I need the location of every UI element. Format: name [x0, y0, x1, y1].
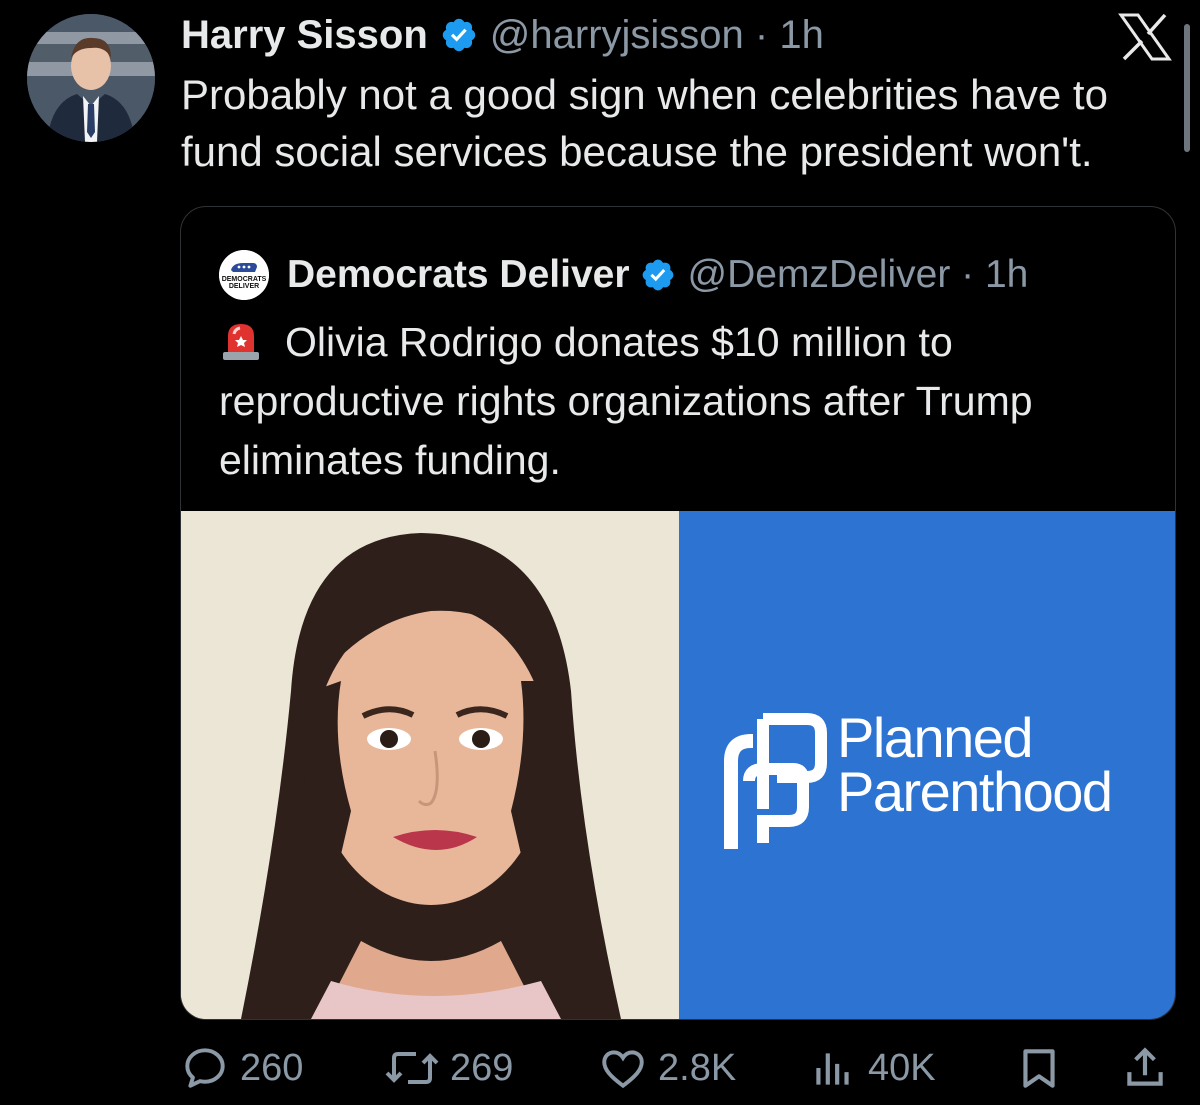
- like-button[interactable]: 2.8K: [598, 1040, 736, 1096]
- verified-badge-icon: [442, 18, 476, 52]
- x-logo-icon: [1118, 13, 1172, 61]
- views-icon: [816, 1053, 849, 1085]
- quoted-tweet-header: DEMOCRATS DELIVER Democrats Deliver @Dem…: [219, 250, 1029, 300]
- logo-line-2: Parenthood: [837, 760, 1113, 823]
- bookmark-icon: [1023, 1049, 1055, 1088]
- repost-button[interactable]: 269: [384, 1040, 513, 1096]
- quoted-tweet-text: Olivia Rodrigo donates $10 million to re…: [219, 319, 1033, 483]
- view-count: 40K: [868, 1046, 936, 1089]
- tweet-header: Harry Sisson @harryjsisson · 1h: [181, 10, 824, 60]
- quoted-tweet-body: Olivia Rodrigo donates $10 million to re…: [219, 313, 1159, 490]
- like-icon: [602, 1050, 644, 1089]
- scrollbar[interactable]: [1184, 24, 1190, 152]
- logo-line-1: Planned: [837, 706, 1034, 769]
- author-name[interactable]: Harry Sisson: [181, 13, 428, 58]
- reply-button[interactable]: 260: [180, 1040, 303, 1096]
- verified-badge-icon: [642, 259, 673, 291]
- reply-count: 260: [240, 1046, 304, 1089]
- planned-parenthood-logo-panel[interactable]: Planned Parenthood: [679, 511, 1175, 1019]
- quoted-tweet-card[interactable]: DEMOCRATS DELIVER Democrats Deliver @Dem…: [180, 206, 1176, 1020]
- planned-parenthood-wordmark: Planned Parenthood: [837, 706, 1113, 823]
- portrait-photo[interactable]: [181, 511, 679, 1019]
- quoted-author-avatar[interactable]: DEMOCRATS DELIVER: [219, 250, 269, 300]
- quoted-author-handle-time[interactable]: @DemzDeliver · 1h: [688, 253, 1029, 297]
- tweet-text: Probably not a good sign when celebritie…: [181, 71, 1108, 175]
- planned-parenthood-logo-icon: [724, 713, 827, 849]
- tweet-action-bar: 260 269 2.8K 40K: [180, 1040, 1170, 1096]
- svg-text:DEMOCRATS: DEMOCRATS: [222, 276, 267, 283]
- share-button[interactable]: [1120, 1040, 1170, 1096]
- views-button[interactable]: 40K: [808, 1040, 936, 1096]
- bookmark-button[interactable]: [1014, 1040, 1064, 1096]
- quoted-tweet-media[interactable]: Planned Parenthood: [181, 511, 1175, 1019]
- repost-count: 269: [450, 1046, 514, 1089]
- author-avatar[interactable]: [27, 14, 155, 142]
- share-icon: [1127, 1047, 1163, 1086]
- author-handle-time[interactable]: @harryjsisson · 1h: [490, 13, 824, 58]
- reply-icon: [185, 1048, 225, 1088]
- siren-emoji-icon: [223, 324, 259, 360]
- svg-text:DELIVER: DELIVER: [229, 283, 259, 290]
- repost-icon: [385, 1052, 439, 1084]
- like-count: 2.8K: [658, 1046, 737, 1089]
- quoted-author-name[interactable]: Democrats Deliver: [287, 253, 630, 297]
